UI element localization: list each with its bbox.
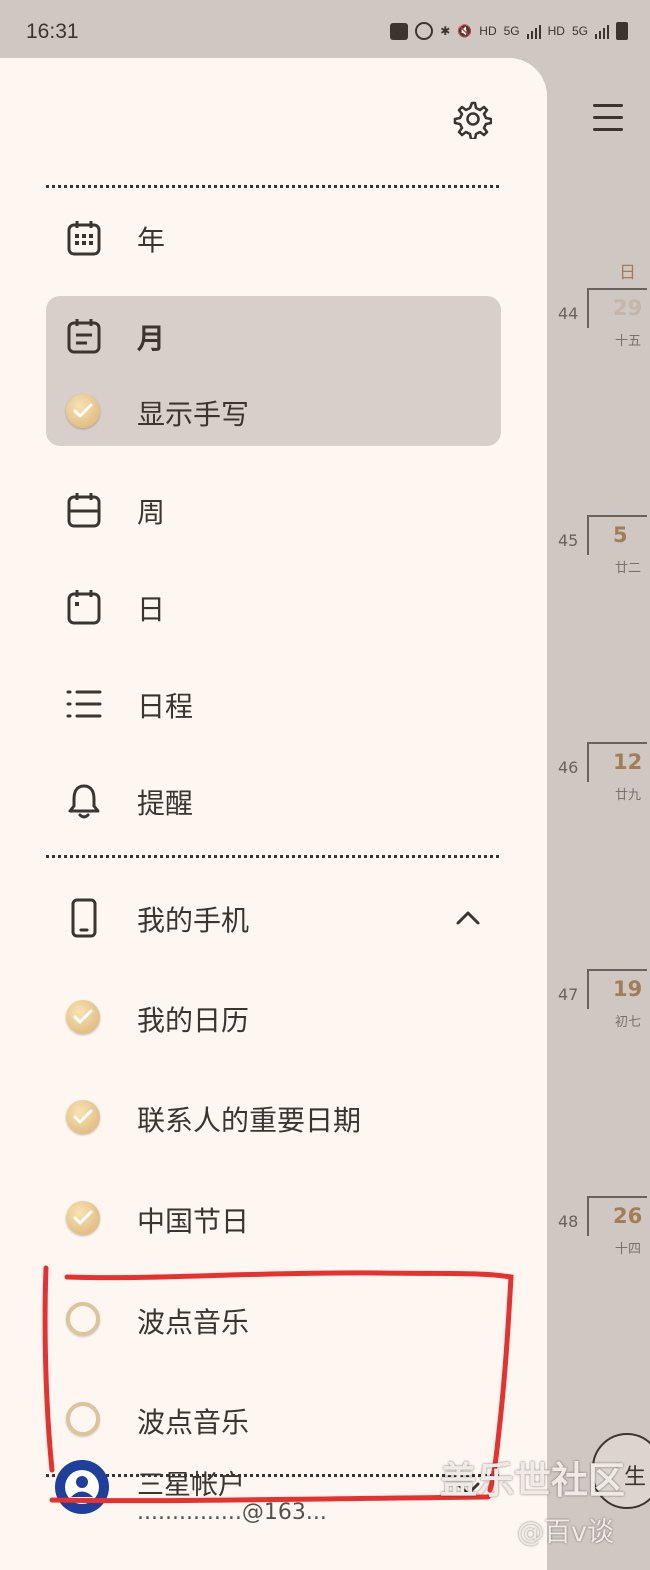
navigation-drawer: 年 月 显示手写 周 日 日程 提醒 我的手机 我的日历 联系人的重要日期 中国… [0,58,547,1570]
divider [46,185,499,188]
fab-glyph: 生 [624,1465,647,1490]
watermark: 盖乐世社区 [440,1459,625,1502]
samsung-account-label[interactable]: 三星帐户 [137,1463,245,1502]
show-handwriting-toggle[interactable]: 显示手写 [46,372,501,452]
week-row[interactable]: 44 29 十五 [545,288,650,380]
week-row[interactable]: 45 5 廿二 [545,515,650,607]
mute-icon: 🔇 [457,24,473,38]
alarm-icon [415,22,434,40]
view-month-label: 月 [137,322,166,355]
week-row[interactable]: 48 26 十四 [545,1196,650,1288]
signal-icon [526,23,541,39]
check-circle-icon [66,394,100,428]
calendar-label: 联系人的重要日期 [137,1104,362,1137]
signal-icon-2 [595,23,609,39]
network-label-1: 5G [503,24,520,38]
calendar-grid-icon [67,221,101,256]
day-number: 26 [613,1204,643,1228]
reminders-label: 提醒 [137,787,194,820]
calendar-week-icon [67,493,101,528]
unchecked-circle-icon[interactable] [66,1302,100,1336]
calendar-contacts-dates[interactable]: 联系人的重要日期 [46,1078,501,1158]
view-agenda-item[interactable]: 日程 [46,664,501,744]
lunar-date: 初七 [615,1015,642,1030]
settings-button[interactable] [452,99,493,141]
calendar-label: 中国节日 [137,1205,250,1238]
calendar-bodian-music-2[interactable]: 波点音乐 [46,1380,501,1460]
week-number: 44 [558,304,579,323]
check-circle-icon[interactable] [66,1201,100,1235]
calendar-label: 波点音乐 [137,1406,250,1439]
weekday-header: 日 [619,263,636,283]
day-number: 5 [613,523,628,547]
calendar-my-calendar[interactable]: 我的日历 [46,978,501,1058]
message-icon [390,22,409,40]
calendar-label: 波点音乐 [137,1306,250,1339]
day-number: 12 [613,750,643,774]
status-bar: 16:31 ✱ 🔇 HD 5G HD 5G [0,0,650,58]
view-week-item[interactable]: 周 [46,470,501,550]
calendar-month-icon [67,319,101,354]
chevron-up-icon[interactable] [454,904,482,932]
week-row[interactable]: 47 19 初七 [545,969,650,1061]
day-number: 19 [613,977,643,1001]
divider [46,1474,499,1477]
calendar-bodian-music-1[interactable]: 波点音乐 [46,1280,501,1360]
gear-icon [453,101,493,141]
reminders-item[interactable]: 提醒 [46,761,501,841]
lunar-date: 廿九 [615,788,642,803]
bell-icon [68,784,100,819]
view-day-item[interactable]: 日 [46,567,501,647]
hd-label-1: HD [479,24,497,38]
view-year-label: 年 [137,224,166,257]
lunar-date: 廿二 [615,561,642,576]
hamburger-menu-icon[interactable] [593,104,623,131]
week-row[interactable]: 46 12 廿九 [545,742,650,834]
calendar-label: 我的日历 [137,1004,250,1037]
person-icon [65,1470,99,1504]
week-number: 48 [558,1212,579,1231]
unchecked-circle-icon[interactable] [66,1402,100,1436]
view-day-label: 日 [137,593,166,626]
status-icons: ✱ 🔇 HD 5G HD 5G [390,22,628,40]
view-month-item[interactable]: 月 [46,296,501,376]
calendar-day-icon [67,590,101,625]
view-week-label: 周 [137,496,166,529]
bluetooth-icon: ✱ [440,24,451,38]
samsung-account-avatar[interactable] [55,1460,109,1514]
battery-icon [616,22,628,40]
phone-icon [71,898,97,938]
my-phone-label: 我的手机 [137,904,250,937]
view-agenda-label: 日程 [137,690,194,723]
show-handwriting-label: 显示手写 [137,398,250,431]
watermark-handle: @百v谈 [517,1517,614,1548]
divider [46,855,499,858]
status-time: 16:31 [26,20,79,43]
lunar-date: 十五 [615,334,642,349]
list-icon [66,690,102,718]
network-label-2: 5G [571,24,588,38]
samsung-account-email: ...............@163... [137,1500,327,1525]
check-circle-icon[interactable] [66,1000,100,1034]
hd-label-2: HD [547,24,565,38]
check-circle-icon[interactable] [66,1100,100,1134]
week-number: 47 [558,985,579,1004]
view-year-item[interactable]: 年 [46,198,501,278]
week-number: 45 [558,531,579,550]
calendar-month-background: 日 44 29 十五 45 5 廿二 46 12 廿九 47 19 初七 48 … [545,58,650,1570]
lunar-date: 十四 [615,1242,642,1257]
calendar-chinese-holidays[interactable]: 中国节日 [46,1179,501,1259]
week-number: 46 [558,758,579,777]
day-number: 29 [613,296,643,320]
my-phone-section-header[interactable]: 我的手机 [46,878,501,958]
